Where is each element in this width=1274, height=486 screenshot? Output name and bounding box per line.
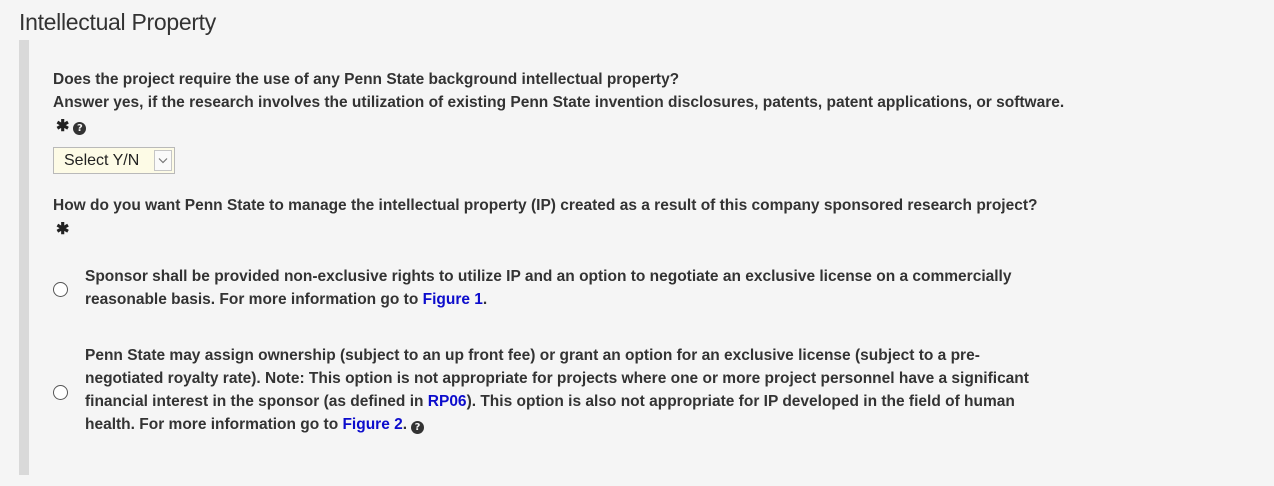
rp06-link[interactable]: RP06: [428, 393, 467, 410]
option-label-non-exclusive: Sponsor shall be provided non-exclusive …: [85, 265, 1075, 311]
help-icon[interactable]: ?: [411, 421, 425, 434]
radio-non-exclusive[interactable]: [53, 282, 68, 297]
question-background-ip-line1: Does the project require the use of any …: [53, 71, 680, 88]
option-label-assign-ownership: Penn State may assign ownership (subject…: [85, 344, 1045, 436]
option1-text-end: .: [482, 291, 488, 308]
required-asterisk-icon: ✱: [56, 221, 70, 238]
option2-text-end: .: [402, 416, 408, 433]
select-selected-value: Select Y/N: [64, 151, 140, 169]
figure-1-link[interactable]: Figure 1: [423, 291, 483, 308]
option1-text: Sponsor shall be provided non-exclusive …: [85, 268, 1012, 308]
background-ip-select[interactable]: Select Y/N: [53, 147, 175, 174]
figure-2-link[interactable]: Figure 2: [342, 416, 402, 433]
question-ip-management-text: How do you want Penn State to manage the…: [53, 197, 1038, 214]
required-asterisk-icon: ✱: [56, 118, 70, 135]
question-background-ip: Does the project require the use of any …: [53, 68, 1073, 138]
question-ip-management: How do you want Penn State to manage the…: [53, 194, 1053, 241]
radio-assign-ownership[interactable]: [53, 385, 68, 400]
section-title: Intellectual Property: [19, 9, 216, 35]
chevron-down-icon[interactable]: [154, 150, 172, 171]
help-icon[interactable]: ?: [73, 122, 87, 135]
question-background-ip-line2: Answer yes, if the research involves the…: [53, 94, 1065, 111]
